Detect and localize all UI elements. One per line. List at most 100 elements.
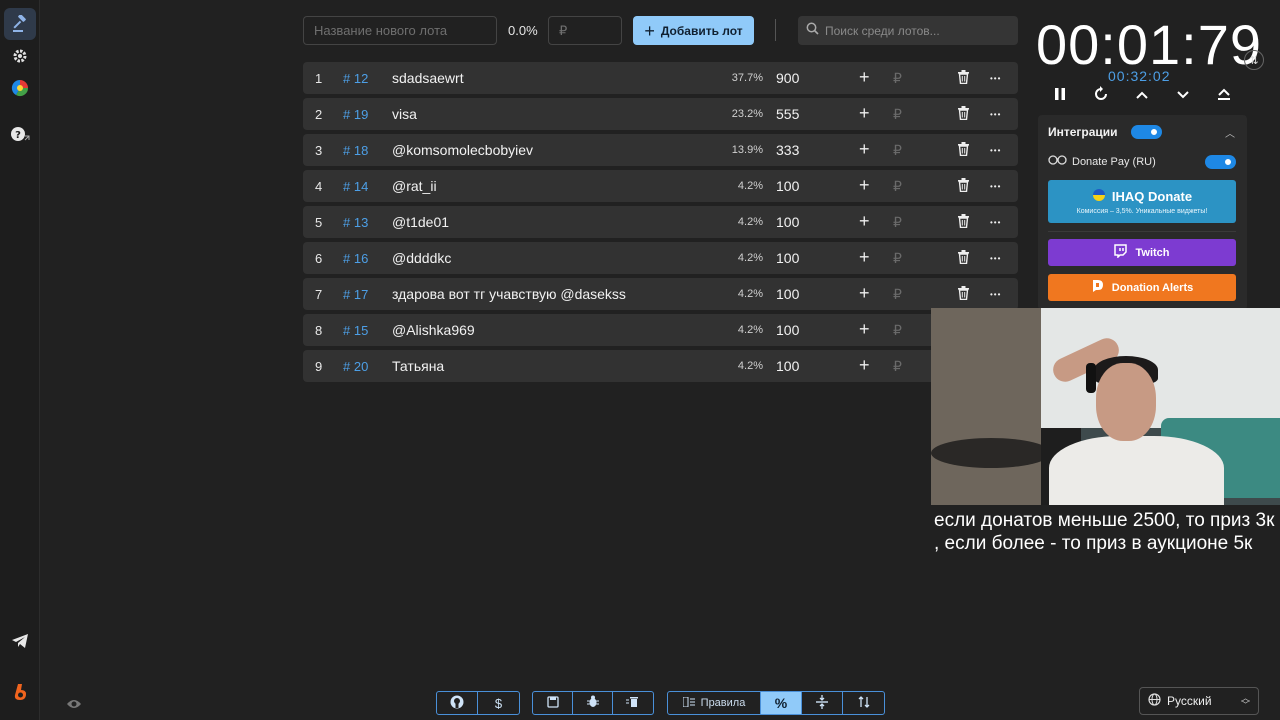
- ruble-icon[interactable]: ₽: [893, 214, 902, 231]
- stats-nav-button[interactable]: [4, 72, 36, 104]
- ruble-icon[interactable]: ₽: [893, 106, 902, 123]
- integrations-title: Интеграции: [1048, 125, 1118, 139]
- lot-name[interactable]: @t1de01: [392, 214, 449, 230]
- lot-number-link[interactable]: # 16: [343, 251, 368, 266]
- help-nav-button[interactable]: ?: [4, 118, 36, 150]
- lot-name-input[interactable]: [303, 16, 497, 45]
- settings-nav-button[interactable]: [4, 40, 36, 72]
- add-amount-icon[interactable]: +: [859, 140, 870, 158]
- add-amount-icon[interactable]: +: [859, 176, 870, 194]
- time-down-button[interactable]: [1172, 85, 1194, 107]
- language-select[interactable]: Русский ︿ ﹀: [1139, 687, 1259, 715]
- lot-number-link[interactable]: # 17: [343, 287, 368, 302]
- donate-pay-toggle[interactable]: [1205, 155, 1236, 169]
- ruble-icon[interactable]: ₽: [893, 250, 902, 267]
- more-options-icon[interactable]: •••: [990, 254, 1001, 263]
- search-input[interactable]: [825, 23, 1005, 38]
- lot-number-link[interactable]: # 19: [343, 107, 368, 122]
- lot-percent: 4.2%: [737, 360, 763, 372]
- more-options-icon[interactable]: •••: [990, 218, 1001, 227]
- add-amount-icon[interactable]: +: [859, 212, 870, 230]
- more-options-icon[interactable]: •••: [990, 290, 1001, 299]
- add-amount-icon[interactable]: +: [859, 284, 870, 302]
- chevron-down-icon: [1176, 87, 1190, 105]
- lot-amount[interactable]: 100: [776, 214, 799, 230]
- ruble-icon[interactable]: ₽: [893, 70, 902, 87]
- lot-name[interactable]: sdadsaewrt: [392, 70, 464, 86]
- lot-name[interactable]: @Alishka969: [392, 322, 475, 338]
- lot-name[interactable]: здарова вот тг учавствую @dasekss: [392, 286, 626, 302]
- time-double-up-button[interactable]: [1213, 85, 1235, 107]
- more-options-icon[interactable]: •••: [990, 146, 1001, 155]
- add-amount-icon[interactable]: +: [859, 356, 870, 374]
- pause-button[interactable]: [1049, 85, 1071, 107]
- delete-icon[interactable]: [957, 214, 970, 233]
- twitch-icon: [1114, 244, 1128, 261]
- lot-number-link[interactable]: # 13: [343, 215, 368, 230]
- swap-timer-button[interactable]: ⇅: [1244, 50, 1264, 70]
- boosty-nav-button[interactable]: [4, 676, 36, 708]
- percent-toggle-button[interactable]: %: [761, 692, 802, 714]
- search-box[interactable]: [798, 16, 1018, 45]
- ruble-icon[interactable]: ₽: [893, 178, 902, 195]
- lot-name[interactable]: @ddddkc: [392, 250, 451, 266]
- delete-icon[interactable]: [957, 142, 970, 161]
- donate-button[interactable]: $: [478, 692, 519, 714]
- more-options-icon[interactable]: •••: [990, 182, 1001, 191]
- lot-number-link[interactable]: # 14: [343, 179, 368, 194]
- lot-number-link[interactable]: # 20: [343, 359, 368, 374]
- lot-number-link[interactable]: # 18: [343, 143, 368, 158]
- more-options-icon[interactable]: •••: [990, 110, 1001, 119]
- ihaq-donate-button[interactable]: IHAQ Donate Комиссия – 3,5%. Уникальные …: [1048, 180, 1236, 223]
- ruble-icon[interactable]: ₽: [893, 286, 902, 303]
- delete-icon[interactable]: [957, 70, 970, 89]
- bug-report-button[interactable]: [573, 692, 613, 714]
- lot-name[interactable]: @komsomolecbobyiev: [392, 142, 533, 158]
- lot-index: 4: [315, 179, 323, 194]
- telegram-nav-button[interactable]: [4, 625, 36, 657]
- lot-amount[interactable]: 900: [776, 70, 799, 86]
- clear-all-button[interactable]: [613, 692, 653, 714]
- add-lot-button[interactable]: + Добавить лот: [633, 16, 754, 45]
- lot-amount[interactable]: 100: [776, 358, 799, 374]
- delete-icon[interactable]: [957, 250, 970, 269]
- lot-amount[interactable]: 333: [776, 142, 799, 158]
- integrations-toggle[interactable]: [1131, 125, 1162, 139]
- search-icon: [806, 22, 819, 40]
- time-up-button[interactable]: [1131, 85, 1153, 107]
- lot-amount[interactable]: 100: [776, 178, 799, 194]
- ruble-icon[interactable]: ₽: [893, 358, 902, 375]
- add-amount-icon[interactable]: +: [859, 68, 870, 86]
- lot-name[interactable]: @rat_ii: [392, 178, 437, 194]
- lot-amount-input[interactable]: [548, 16, 622, 45]
- lot-amount[interactable]: 100: [776, 286, 799, 302]
- save-button[interactable]: [533, 692, 573, 714]
- add-amount-icon[interactable]: +: [859, 104, 870, 122]
- more-options-icon[interactable]: •••: [990, 74, 1001, 83]
- lot-number-link[interactable]: # 15: [343, 323, 368, 338]
- compact-view-button[interactable]: [802, 692, 843, 714]
- github-button[interactable]: [437, 692, 478, 714]
- lot-amount[interactable]: 555: [776, 106, 799, 122]
- lot-name[interactable]: Татьяна: [392, 358, 444, 374]
- lot-amount[interactable]: 100: [776, 250, 799, 266]
- lot-amount[interactable]: 100: [776, 322, 799, 338]
- auction-nav-button[interactable]: [4, 8, 36, 40]
- ruble-icon[interactable]: ₽: [893, 322, 902, 339]
- delete-icon[interactable]: [957, 178, 970, 197]
- reset-button[interactable]: [1090, 85, 1112, 107]
- lot-name[interactable]: visa: [392, 106, 417, 122]
- delete-icon[interactable]: [957, 106, 970, 125]
- twitch-button[interactable]: Twitch: [1048, 239, 1236, 266]
- ruble-icon[interactable]: ₽: [893, 142, 902, 159]
- donation-alerts-button[interactable]: Donation Alerts: [1048, 274, 1236, 301]
- add-amount-icon[interactable]: +: [859, 248, 870, 266]
- sort-button[interactable]: [843, 692, 884, 714]
- chevron-up-icon: [1135, 87, 1149, 105]
- visibility-icon[interactable]: [66, 697, 82, 715]
- rules-button[interactable]: Правила: [668, 692, 761, 714]
- add-amount-icon[interactable]: +: [859, 320, 870, 338]
- lot-number-link[interactable]: # 12: [343, 71, 368, 86]
- chevron-up-icon[interactable]: ︿: [1225, 125, 1235, 140]
- delete-icon[interactable]: [957, 286, 970, 305]
